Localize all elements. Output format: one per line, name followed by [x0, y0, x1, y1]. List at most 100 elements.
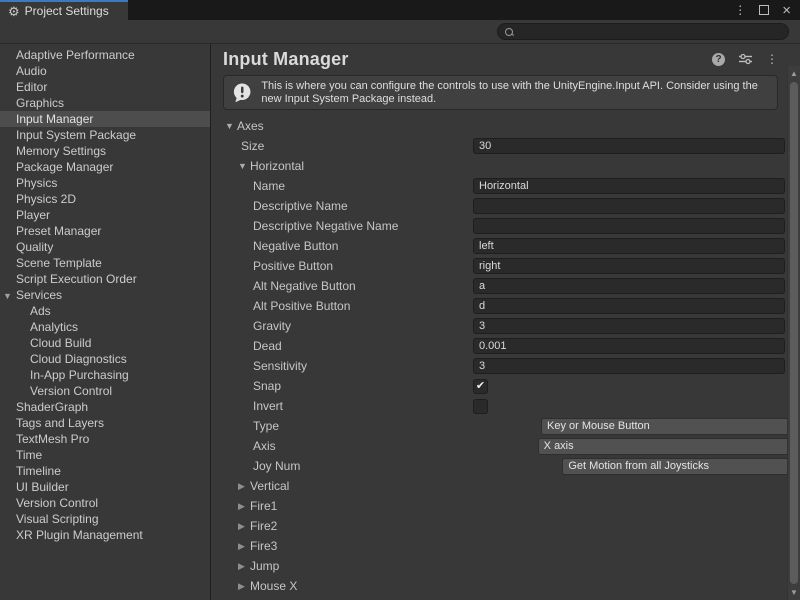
sidebar-item-memory-settings[interactable]: Memory Settings: [0, 143, 210, 159]
sidebar-item-cloud-diagnostics[interactable]: Cloud Diagnostics: [0, 351, 210, 367]
sidebar-item-graphics[interactable]: Graphics: [0, 95, 210, 111]
scroll-down-icon[interactable]: ▼: [788, 586, 800, 599]
sidebar-item-label: Version Control: [16, 496, 98, 510]
foldout-closed-icon[interactable]: ▶: [238, 561, 250, 572]
sidebar-item-player[interactable]: Player: [0, 207, 210, 223]
sidebar-item-script-execution-order[interactable]: Script Execution Order: [0, 271, 210, 287]
foldout-closed-icon[interactable]: ▶: [238, 521, 250, 532]
sidebar-item-editor[interactable]: Editor: [0, 79, 210, 95]
sidebar-item-label: Analytics: [30, 320, 78, 334]
alt-positive-button-field[interactable]: d: [473, 298, 785, 314]
alt-negative-button-field[interactable]: a: [473, 278, 785, 294]
field-value: 3: [479, 320, 485, 332]
search-input[interactable]: [497, 23, 789, 40]
foldout-axes[interactable]: ▼ Axes: [211, 116, 800, 136]
close-icon[interactable]: ×: [782, 3, 791, 18]
sidebar-item-label: Graphics: [16, 96, 64, 110]
gravity-field[interactable]: 3: [473, 318, 785, 334]
foldout-fire1[interactable]: ▶ Fire1: [211, 496, 800, 516]
foldout-closed-icon[interactable]: ▶: [238, 541, 250, 552]
foldout-open-icon[interactable]: ▼: [225, 121, 237, 131]
sidebar-item-input-system-package[interactable]: Input System Package: [0, 127, 210, 143]
sidebar-item-scene-template[interactable]: Scene Template: [0, 255, 210, 271]
sidebar-item-version-control[interactable]: Version Control: [0, 495, 210, 511]
sidebar-item-label: Tags and Layers: [16, 416, 104, 430]
foldout-closed-icon[interactable]: ▶: [238, 501, 250, 512]
foldout-closed-icon[interactable]: ▶: [238, 481, 250, 492]
maximize-icon[interactable]: [759, 5, 769, 15]
foldout-open-icon[interactable]: ▼: [238, 161, 250, 171]
name-field[interactable]: Horizontal: [473, 178, 785, 194]
foldout-label: Axes: [237, 119, 264, 133]
dead-field[interactable]: 0.001: [473, 338, 785, 354]
scrollbar-thumb[interactable]: [790, 82, 798, 584]
foldout-label: Horizontal: [250, 159, 304, 173]
sidebar-item-analytics[interactable]: Analytics: [0, 319, 210, 335]
sidebar-item-services[interactable]: ▼Services: [0, 287, 210, 303]
header-icons: ? ⋮: [712, 52, 778, 66]
foldout-label: Fire1: [250, 499, 277, 513]
property-row-size: Size 30: [211, 136, 800, 156]
sidebar-item-visual-scripting[interactable]: Visual Scripting: [0, 511, 210, 527]
sidebar-item-label: UI Builder: [16, 480, 69, 494]
property-row-descriptive-name: Descriptive Name: [211, 196, 800, 216]
foldout-mouse-x[interactable]: ▶ Mouse X: [211, 576, 800, 596]
sidebar-item-timeline[interactable]: Timeline: [0, 463, 210, 479]
sensitivity-field[interactable]: 3: [473, 358, 785, 374]
foldout-fire2[interactable]: ▶ Fire2: [211, 516, 800, 536]
help-box: This is where you can configure the cont…: [223, 75, 778, 110]
vertical-scrollbar[interactable]: ▲ ▼: [787, 66, 800, 600]
foldout-horizontal[interactable]: ▼ Horizontal: [211, 156, 800, 176]
descriptive-name-field[interactable]: [473, 198, 785, 214]
scroll-up-icon[interactable]: ▲: [788, 67, 800, 80]
sidebar-item-quality[interactable]: Quality: [0, 239, 210, 255]
sidebar-item-xr-plugin-management[interactable]: XR Plugin Management: [0, 527, 210, 543]
foldout-closed-icon[interactable]: ▶: [238, 581, 250, 592]
property-label: Positive Button: [253, 259, 333, 273]
field-value: right: [479, 260, 500, 272]
positive-button-field[interactable]: right: [473, 258, 785, 274]
sidebar-item-preset-manager[interactable]: Preset Manager: [0, 223, 210, 239]
sidebar-item-input-manager[interactable]: Input Manager: [0, 111, 210, 127]
tab-label: Project Settings: [25, 4, 109, 18]
sidebar-item-services-version-control[interactable]: Version Control: [0, 383, 210, 399]
type-dropdown[interactable]: Key or Mouse Button: [541, 418, 800, 435]
tab-project-settings[interactable]: ⚙ Project Settings: [0, 0, 128, 20]
property-row-alt-positive-button: Alt Positive Button d: [211, 296, 800, 316]
sidebar-item-ui-builder[interactable]: UI Builder: [0, 479, 210, 495]
axis-dropdown[interactable]: X axis: [538, 438, 800, 455]
sidebar-item-physics-2d[interactable]: Physics 2D: [0, 191, 210, 207]
foldout-vertical[interactable]: ▶ Vertical: [211, 476, 800, 496]
field-value: 0.001: [479, 340, 507, 352]
sidebar-item-shadergraph[interactable]: ShaderGraph: [0, 399, 210, 415]
sidebar-item-adaptive-performance[interactable]: Adaptive Performance: [0, 47, 210, 63]
foldout-open-icon[interactable]: ▼: [3, 288, 16, 304]
size-field[interactable]: 30: [473, 138, 785, 154]
sidebar-item-cloud-build[interactable]: Cloud Build: [0, 335, 210, 351]
property-row-gravity: Gravity 3: [211, 316, 800, 336]
field-value: d: [479, 300, 485, 312]
window-menu-icon[interactable]: ⋮: [734, 3, 746, 17]
sidebar-item-label: Version Control: [30, 384, 112, 398]
field-value: 3: [479, 360, 485, 372]
sidebar-item-label: Quality: [16, 240, 53, 254]
invert-checkbox[interactable]: [473, 399, 488, 414]
foldout-jump[interactable]: ▶ Jump: [211, 556, 800, 576]
preset-icon[interactable]: [738, 53, 753, 65]
sidebar-item-label: Input System Package: [16, 128, 136, 142]
sidebar-item-in-app-purchasing[interactable]: In-App Purchasing: [0, 367, 210, 383]
sidebar-item-time[interactable]: Time: [0, 447, 210, 463]
context-menu-icon[interactable]: ⋮: [766, 52, 778, 66]
sidebar-item-textmesh-pro[interactable]: TextMesh Pro: [0, 431, 210, 447]
negative-button-field[interactable]: left: [473, 238, 785, 254]
sidebar-item-ads[interactable]: Ads: [0, 303, 210, 319]
sidebar-item-audio[interactable]: Audio: [0, 63, 210, 79]
sidebar-item-physics[interactable]: Physics: [0, 175, 210, 191]
help-icon[interactable]: ?: [712, 53, 725, 66]
foldout-fire3[interactable]: ▶ Fire3: [211, 536, 800, 556]
sidebar-item-tags-and-layers[interactable]: Tags and Layers: [0, 415, 210, 431]
joy-num-dropdown[interactable]: Get Motion from all Joysticks: [562, 458, 800, 475]
sidebar-item-package-manager[interactable]: Package Manager: [0, 159, 210, 175]
snap-checkbox[interactable]: ✔: [473, 379, 488, 394]
descriptive-negative-name-field[interactable]: [473, 218, 785, 234]
